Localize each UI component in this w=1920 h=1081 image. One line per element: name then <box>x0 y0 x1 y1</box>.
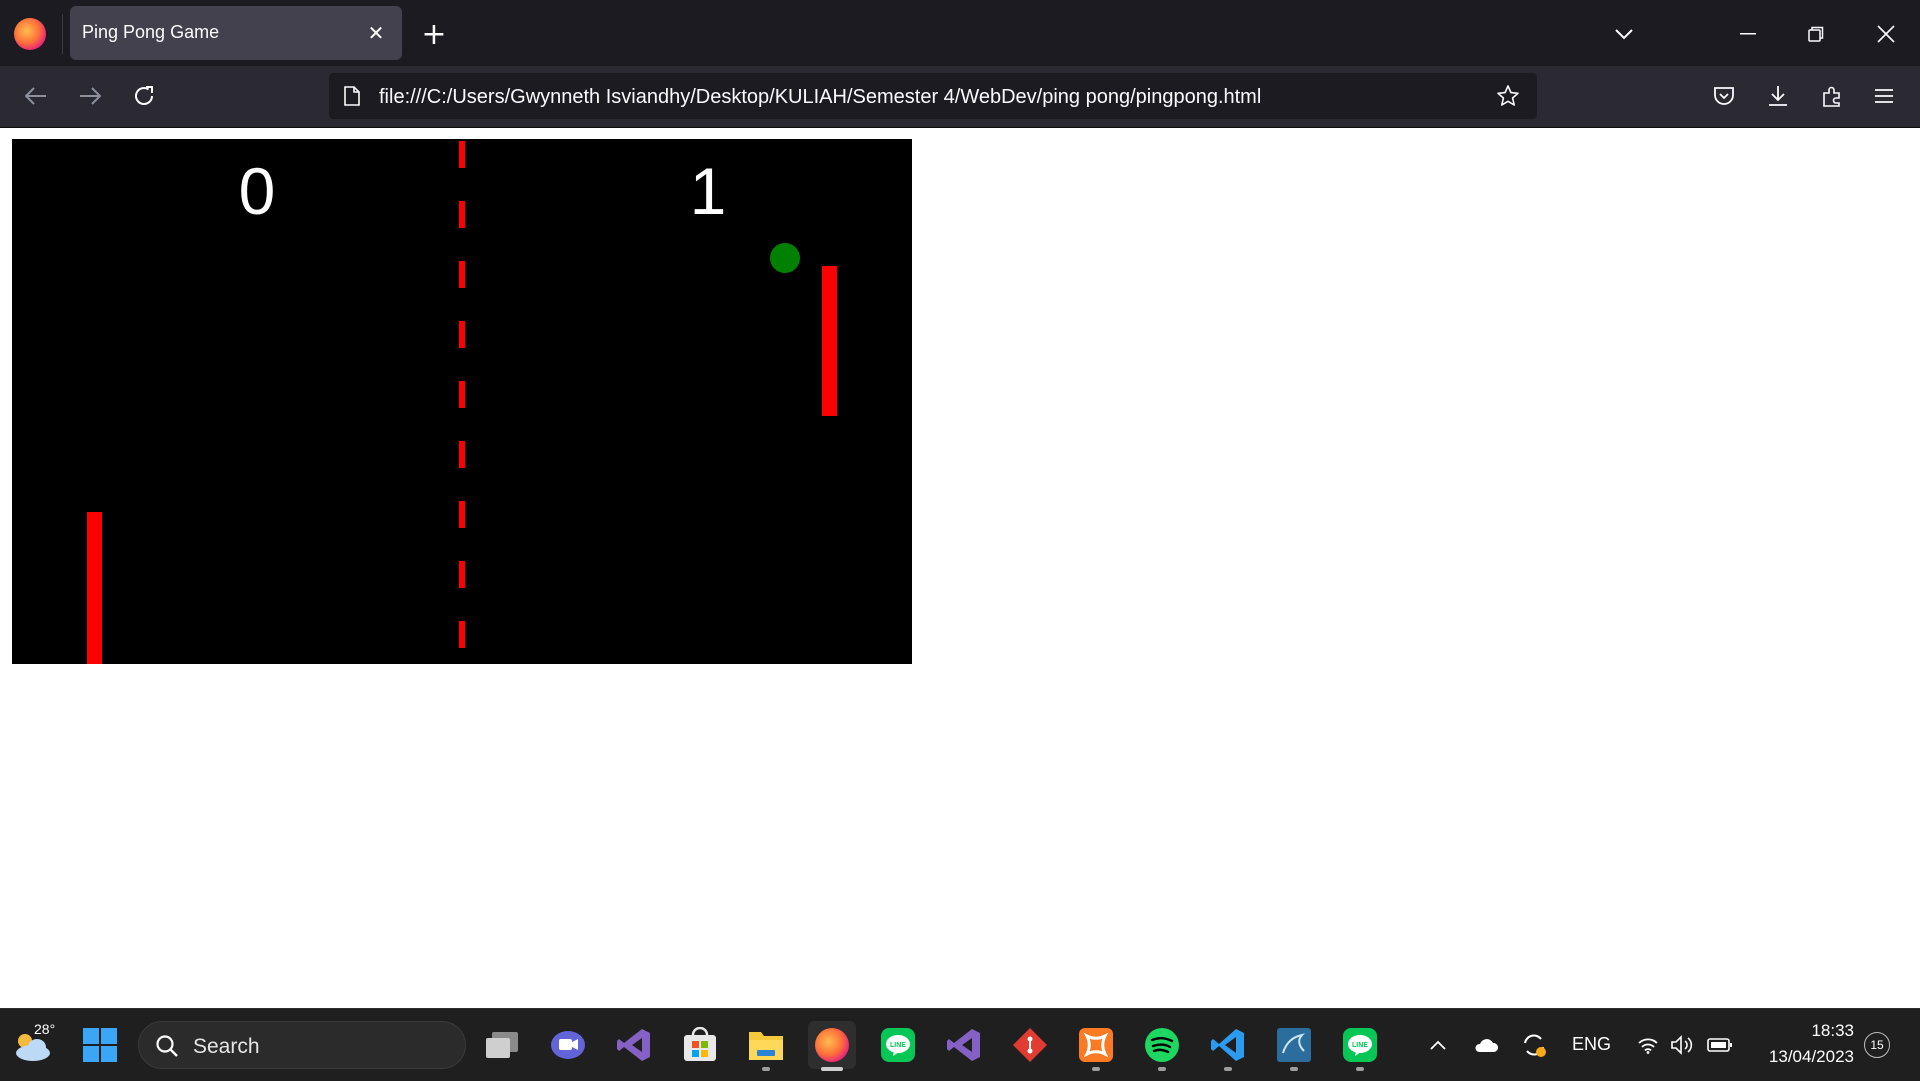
notification-count: 15 <box>1870 1038 1884 1052</box>
url-text[interactable]: file:///C:/Users/Gwynneth Isviandhy/Desk… <box>379 86 1261 109</box>
task-view-button[interactable] <box>478 1021 526 1069</box>
url-bar[interactable]: file:///C:/Users/Gwynneth Isviandhy/Desk… <box>329 73 1537 119</box>
ball <box>770 243 800 273</box>
mysql-workbench-button[interactable] <box>1270 1021 1318 1071</box>
extensions-icon[interactable] <box>1816 80 1848 112</box>
restore-icon[interactable] <box>1800 18 1832 50</box>
sync-icon[interactable] <box>1518 1029 1550 1061</box>
wifi-icon[interactable] <box>1634 1031 1662 1059</box>
back-icon[interactable] <box>20 80 52 112</box>
running-indicator <box>1092 1067 1100 1071</box>
start-button[interactable] <box>76 1021 124 1069</box>
xampp-button[interactable] <box>1072 1021 1120 1071</box>
firefox-icon <box>815 1028 849 1062</box>
new-tab-button[interactable]: + <box>418 17 450 52</box>
weather-temperature: 28° <box>34 1021 56 1037</box>
score-left: 0 <box>239 154 276 228</box>
running-indicator <box>1356 1067 1364 1071</box>
reload-icon[interactable] <box>128 80 160 112</box>
git-icon <box>1013 1028 1047 1062</box>
visual-studio-button[interactable] <box>610 1021 658 1069</box>
file-explorer-button[interactable] <box>742 1021 790 1071</box>
git-button[interactable] <box>1006 1021 1054 1069</box>
score-right: 1 <box>690 154 727 228</box>
search-icon <box>156 1035 178 1057</box>
pocket-icon[interactable] <box>1708 80 1740 112</box>
line-icon: LINE <box>1343 1028 1377 1062</box>
search-label: Search <box>193 1035 260 1058</box>
close-icon[interactable] <box>1870 18 1902 50</box>
bookmark-star-icon[interactable] <box>1495 83 1521 109</box>
show-hidden-icons-chevron-icon[interactable] <box>1424 1031 1452 1059</box>
task-view-icon <box>486 1032 518 1058</box>
file-explorer-icon <box>749 1032 783 1060</box>
notification-badge[interactable]: 15 <box>1864 1032 1890 1058</box>
vscode-icon <box>1211 1029 1244 1061</box>
teams-button[interactable] <box>544 1021 592 1069</box>
forward-icon[interactable] <box>74 80 106 112</box>
tab-bar: Ping Pong Game ✕ + <box>0 0 1920 66</box>
svg-text:LINE: LINE <box>1352 1042 1368 1049</box>
line-icon: LINE <box>881 1028 915 1062</box>
running-indicator <box>762 1067 770 1071</box>
windows-icon <box>83 1028 117 1062</box>
clock-date: 13/04/2023 <box>1768 1047 1854 1066</box>
chevron-down-icon[interactable] <box>1608 18 1640 50</box>
minimize-icon[interactable] <box>1732 18 1764 50</box>
tab-close-icon[interactable]: ✕ <box>364 21 388 45</box>
game-canvas[interactable]: 0 1 <box>12 139 912 664</box>
microsoft-store-button[interactable] <box>676 1021 724 1069</box>
running-indicator <box>1158 1067 1166 1071</box>
visual-studio-icon <box>617 1029 650 1061</box>
running-indicator <box>1224 1067 1232 1071</box>
language-indicator[interactable]: ENG <box>1572 1034 1611 1055</box>
tab-ping-pong-game[interactable]: Ping Pong Game ✕ <box>70 6 402 60</box>
left-paddle <box>87 512 102 664</box>
tab-separator <box>62 14 63 54</box>
spotify-icon <box>1145 1028 1179 1062</box>
xampp-icon <box>1079 1028 1113 1062</box>
navigation-toolbar: file:///C:/Users/Gwynneth Isviandhy/Desk… <box>0 66 1920 128</box>
mysql-workbench-icon <box>1277 1028 1311 1062</box>
menu-icon[interactable] <box>1868 80 1900 112</box>
microsoft-store-icon <box>684 1027 716 1061</box>
line-button[interactable]: LINE <box>874 1021 922 1069</box>
visual-studio-button-2[interactable] <box>940 1021 988 1069</box>
right-paddle <box>822 266 837 416</box>
visual-studio-icon <box>947 1029 980 1061</box>
teams-icon <box>551 1031 585 1059</box>
onedrive-cloud-icon[interactable] <box>1470 1031 1502 1059</box>
page-icon[interactable] <box>341 85 363 107</box>
taskbar: 28° Search LINE LINE ENG 18:33 13/04/202… <box>0 1008 1920 1081</box>
clock-time: 18:33 <box>1811 1021 1854 1040</box>
active-indicator <box>821 1067 843 1071</box>
download-icon[interactable] <box>1762 80 1794 112</box>
running-indicator <box>1290 1067 1298 1071</box>
vscode-button[interactable] <box>1204 1021 1252 1071</box>
volume-icon[interactable] <box>1668 1031 1696 1059</box>
firefox-icon[interactable] <box>14 18 46 50</box>
firefox-taskbar-button[interactable] <box>808 1021 856 1071</box>
svg-text:LINE: LINE <box>890 1042 906 1049</box>
line-button-2[interactable]: LINE <box>1336 1021 1384 1071</box>
tab-title: Ping Pong Game <box>82 22 220 42</box>
taskbar-search[interactable]: Search <box>138 1021 466 1069</box>
battery-icon[interactable] <box>1704 1031 1736 1059</box>
clock[interactable]: 18:33 13/04/2023 <box>1750 1021 1854 1069</box>
spotify-button[interactable] <box>1138 1021 1186 1071</box>
